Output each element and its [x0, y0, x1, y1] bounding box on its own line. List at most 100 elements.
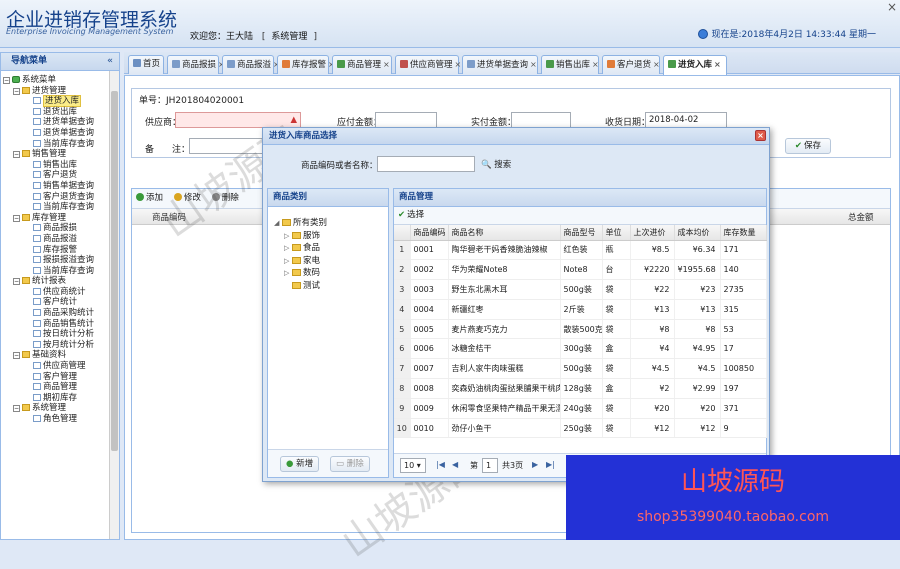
- tab-close-icon[interactable]: ×: [592, 60, 599, 69]
- remark-input[interactable]: [189, 138, 269, 154]
- table-row[interactable]: 2 0002 华为荣耀Note8 Note8 台 ¥2220 ¥1955.68 140: [394, 259, 767, 281]
- sidebar-item[interactable]: 客户退货查询: [3, 192, 111, 203]
- tab-close-icon[interactable]: ×: [383, 60, 390, 69]
- sidebar-item[interactable]: 进货单据查询: [3, 117, 111, 128]
- sidebar-item[interactable]: 商品管理: [3, 382, 111, 393]
- sidebar-item[interactable]: − 系统管理: [3, 403, 111, 414]
- table-row[interactable]: 8 0008 奕森奶油桃肉蛋挞果脯果干桃肉干 128g装盒 ¥2 ¥2.99 197: [394, 378, 767, 399]
- sidebar-item[interactable]: 退货出库: [3, 107, 111, 118]
- sidebar-item[interactable]: 当前库存查询: [3, 139, 111, 150]
- sidebar-item[interactable]: 退货单据查询: [3, 128, 111, 139]
- sidebar-item[interactable]: 客户管理: [3, 372, 111, 383]
- column-header[interactable]: 商品型号: [560, 225, 603, 241]
- header-close-icon[interactable]: ×: [887, 0, 897, 14]
- edit-button[interactable]: 修改: [173, 189, 201, 208]
- tab-close-icon[interactable]: ×: [455, 60, 462, 69]
- table-row[interactable]: 9 0009 休闲零食坚果特产精品干果无漂白 240g装袋 ¥20 ¥20 371: [394, 398, 767, 419]
- sidebar-item[interactable]: 商品报损: [3, 223, 111, 234]
- collapse-toggle-icon[interactable]: −: [13, 214, 20, 222]
- expand-down-icon[interactable]: ◢: [274, 217, 282, 230]
- tab-item[interactable]: 库存报警×: [277, 55, 335, 74]
- sidebar-item[interactable]: 当前库存查询: [3, 202, 111, 213]
- category-item[interactable]: ▷ 食品: [274, 242, 327, 255]
- sidebar-item[interactable]: 按月统计分析: [3, 340, 111, 351]
- tab-item[interactable]: 销售出库 ×: [541, 55, 599, 74]
- sidebar-item[interactable]: − 系统菜单: [3, 75, 111, 86]
- category-root[interactable]: ◢ 所有类别: [274, 217, 327, 230]
- sidebar-item[interactable]: 客户退货: [3, 170, 111, 181]
- column-header[interactable]: 成本均价: [674, 225, 721, 241]
- table-row[interactable]: 4 0004 新疆红枣 2斤装袋 ¥13 ¥13 315: [394, 299, 767, 320]
- collapse-toggle-icon[interactable]: −: [13, 278, 20, 286]
- category-item[interactable]: ▷ 服饰: [274, 230, 327, 243]
- delete-button[interactable]: 删除: [211, 189, 239, 208]
- search-input[interactable]: [377, 156, 475, 172]
- table-row[interactable]: 1 0001 陶华碧老干妈香辣脆油辣椒 红色装瓶 ¥8.5 ¥6.34 171: [394, 240, 767, 261]
- sidebar-item[interactable]: 当前库存查询: [3, 266, 111, 277]
- column-header[interactable]: 商品名称: [448, 225, 561, 241]
- sidebar-item[interactable]: 库存报警: [3, 245, 111, 256]
- sidebar-item[interactable]: 销售出库: [3, 160, 111, 171]
- page-size-select[interactable]: 10 ▾: [400, 458, 426, 473]
- table-row[interactable]: 6 0006 冰糖金桔干 300g装盒 ¥4 ¥4.95 17: [394, 338, 767, 360]
- system-admin-link[interactable]: 系统管理: [271, 32, 307, 42]
- expand-right-icon[interactable]: ▷: [284, 230, 292, 243]
- sidebar-item[interactable]: 供应商统计: [3, 287, 111, 298]
- first-page-icon[interactable]: |◀: [436, 460, 445, 469]
- column-header[interactable]: 上次进价: [630, 225, 675, 241]
- category-item[interactable]: ▷ 数码: [274, 267, 327, 280]
- supplier-select[interactable]: ▲: [175, 112, 301, 128]
- select-button[interactable]: ✔ 选择: [398, 210, 424, 220]
- next-page-icon[interactable]: ▶: [532, 460, 538, 469]
- close-icon[interactable]: ×: [755, 130, 766, 141]
- column-header[interactable]: 单位: [602, 225, 631, 241]
- collapse-icon[interactable]: «: [107, 53, 113, 70]
- payable-input[interactable]: [375, 112, 437, 128]
- tab-item[interactable]: 供应商管理 ×: [395, 55, 462, 74]
- collapse-toggle-icon[interactable]: −: [13, 87, 20, 95]
- delete-category-button[interactable]: ▭ 删除: [330, 456, 370, 472]
- expand-right-icon[interactable]: ▷: [284, 255, 292, 268]
- col-total-amount[interactable]: 总金额: [848, 211, 874, 223]
- category-item[interactable]: ▷ 家电: [274, 255, 327, 268]
- sidebar-item[interactable]: 期初库存: [3, 393, 111, 404]
- tab-item[interactable]: 商品报溢×: [222, 55, 280, 74]
- paid-input[interactable]: [511, 112, 571, 128]
- tab-item[interactable]: 进货单据查询 ×: [462, 55, 538, 74]
- collapse-toggle-icon[interactable]: −: [13, 352, 20, 360]
- sidebar-item[interactable]: 商品销售统计: [3, 319, 111, 330]
- sidebar-item[interactable]: 角色管理: [3, 414, 111, 425]
- add-category-button[interactable]: ● 新增: [280, 456, 320, 472]
- table-row[interactable]: 7 0007 吉利人家牛肉味蛋糕 500g装袋 ¥4.5 ¥4.5 100850: [394, 358, 767, 380]
- save-button[interactable]: ✔ 保存: [785, 138, 831, 154]
- tab-item[interactable]: 客户退货 ×: [602, 55, 660, 74]
- tab-close-icon[interactable]: ×: [714, 60, 721, 69]
- column-header[interactable]: 库存数量: [720, 225, 767, 241]
- sidebar-item[interactable]: − 销售管理: [3, 149, 111, 160]
- prev-page-icon[interactable]: ◀: [452, 460, 458, 469]
- col-product-code[interactable]: 商品编码: [152, 211, 186, 223]
- tab-item[interactable]: 首页: [128, 55, 164, 74]
- expand-right-icon[interactable]: ▷: [284, 242, 292, 255]
- tab-item[interactable]: 商品管理 ×: [332, 55, 392, 74]
- date-input[interactable]: 2018-04-02: [645, 112, 727, 128]
- sidebar-item[interactable]: 供应商管理: [3, 361, 111, 372]
- table-row[interactable]: 3 0003 野生东北黑木耳 500g装袋 ¥22 ¥23 2735: [394, 279, 767, 300]
- promo-url[interactable]: shop35399040.taobao.com: [566, 509, 900, 525]
- sidebar-item[interactable]: 按日统计分析: [3, 329, 111, 340]
- scrollbar-thumb[interactable]: [111, 91, 118, 451]
- search-button[interactable]: 🔍 搜索: [481, 158, 511, 170]
- category-item[interactable]: 测试: [274, 280, 327, 293]
- last-page-icon[interactable]: ▶|: [546, 460, 555, 469]
- sidebar-item[interactable]: 报损报溢查询: [3, 255, 111, 266]
- sidebar-item[interactable]: 销售单据查询: [3, 181, 111, 192]
- table-row[interactable]: 5 0005 麦片燕麦巧克力 散装500克袋 ¥8 ¥8 53: [394, 319, 767, 340]
- collapse-toggle-icon[interactable]: −: [13, 151, 20, 159]
- sidebar-item[interactable]: 客户统计: [3, 297, 111, 308]
- add-button[interactable]: 添加: [136, 189, 163, 208]
- sidebar-item[interactable]: − 基础资料: [3, 350, 111, 361]
- sidebar-scrollbar[interactable]: [109, 71, 119, 539]
- tab-close-icon[interactable]: ×: [530, 60, 537, 69]
- sidebar-item[interactable]: 进货入库: [3, 95, 111, 108]
- collapse-toggle-icon[interactable]: −: [13, 405, 20, 413]
